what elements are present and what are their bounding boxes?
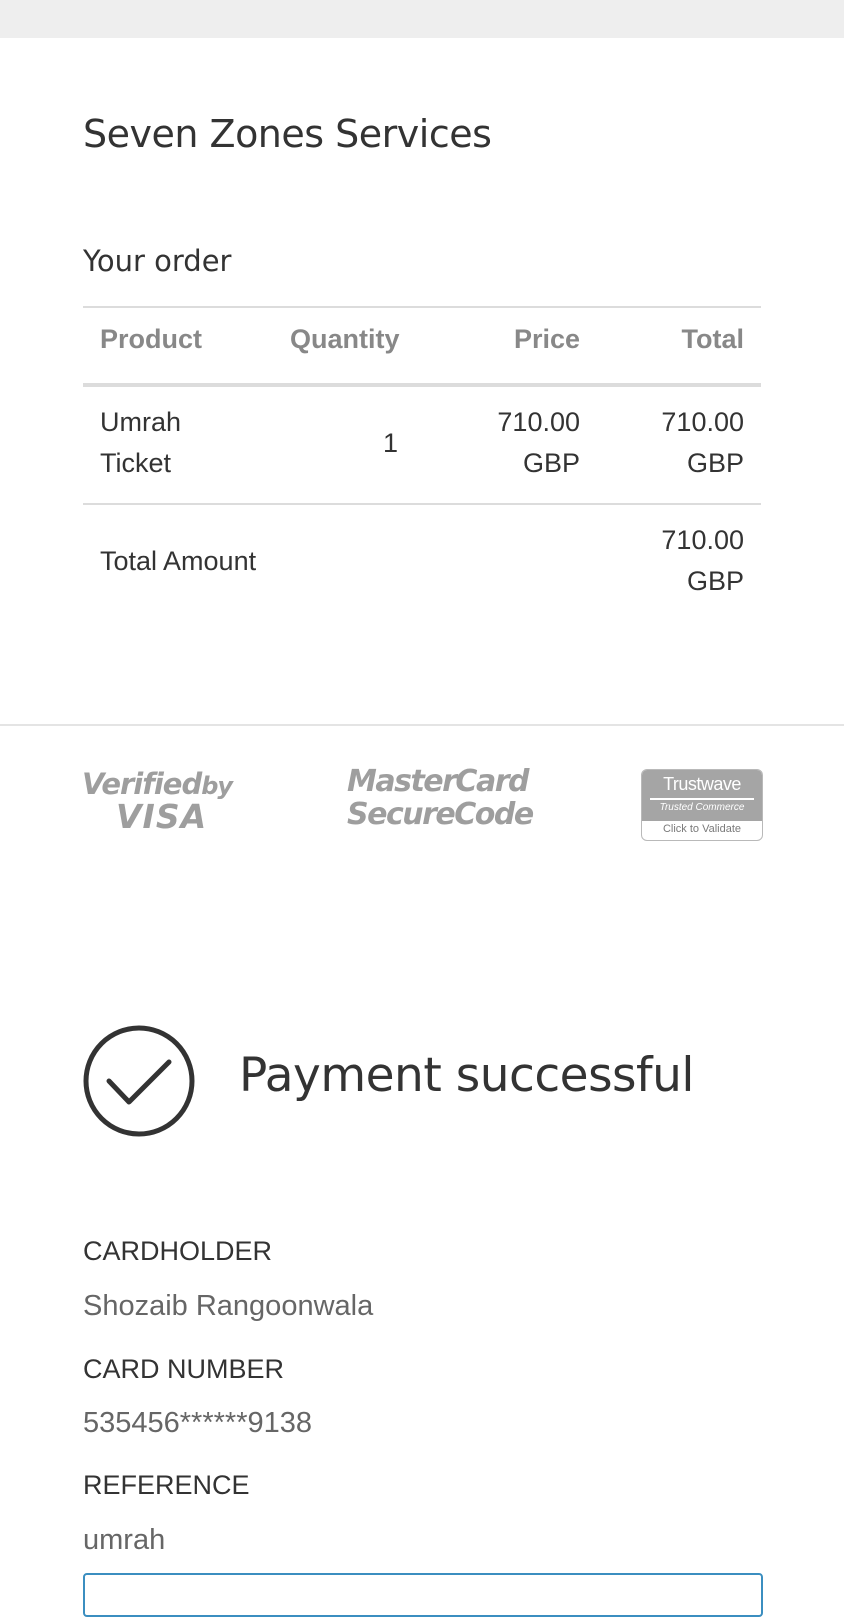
verified-by-visa-logo: Verifiedby VISA	[82, 767, 233, 836]
cardholder-value: Shozaib Rangoonwala	[83, 1290, 374, 1322]
top-status-strip	[0, 0, 844, 38]
total-amount-label: Total Amount	[100, 546, 257, 576]
product-total-currency: GBP	[686, 448, 744, 478]
mastercard-logo-line2: SecureCode	[347, 797, 534, 832]
column-header-quantity: Quantity	[290, 324, 400, 354]
trustwave-brand: Trustwave	[663, 774, 741, 794]
product-name-line2: Ticket	[100, 448, 172, 478]
trustwave-validate-badge[interactable]: Trustwave Trusted Commerce Click to Vali…	[641, 769, 763, 841]
column-header-product: Product	[100, 324, 203, 354]
order-heading: Your order	[83, 244, 232, 278]
visa-logo-visa: VISA	[116, 797, 208, 836]
column-header-price: Price	[513, 324, 580, 354]
product-price-amount: 710.00	[497, 407, 580, 437]
product-price-currency: GBP	[522, 448, 580, 478]
merchant-name: Seven Zones Services	[83, 112, 492, 156]
product-quantity: 1	[383, 428, 399, 458]
trustwave-validate-link[interactable]: Click to Validate	[642, 821, 762, 835]
card-number-value: 535456******9138	[83, 1407, 312, 1439]
visa-logo-verified: Verified	[82, 767, 202, 801]
payment-status-message: Payment successful	[239, 1048, 694, 1103]
focused-input-field[interactable]	[83, 1573, 763, 1617]
check-circle-icon	[83, 1025, 195, 1137]
mastercard-logo-line1: MasterCard	[347, 764, 529, 799]
total-amount-currency: GBP	[686, 566, 744, 596]
table-header-row: Product Quantity Price Total	[83, 306, 761, 384]
trustwave-divider	[650, 798, 754, 800]
trustwave-subtitle: Trusted Commerce	[659, 802, 745, 813]
visa-logo-by: by	[201, 772, 233, 800]
table-row-rule	[83, 503, 761, 505]
total-amount-value: 710.00	[661, 525, 744, 555]
product-total-amount: 710.00	[661, 407, 744, 437]
section-divider	[0, 724, 844, 726]
card-number-label: CARD NUMBER	[83, 1354, 285, 1384]
reference-value: umrah	[83, 1524, 166, 1556]
reference-label: REFERENCE	[83, 1470, 250, 1500]
cardholder-label: CARDHOLDER	[83, 1236, 273, 1266]
mastercard-securecode-logo: MasterCard SecureCode	[347, 764, 534, 835]
column-header-total: Total	[681, 324, 745, 354]
product-name-line1: Umrah	[100, 407, 182, 437]
table-header-rule	[83, 383, 761, 387]
